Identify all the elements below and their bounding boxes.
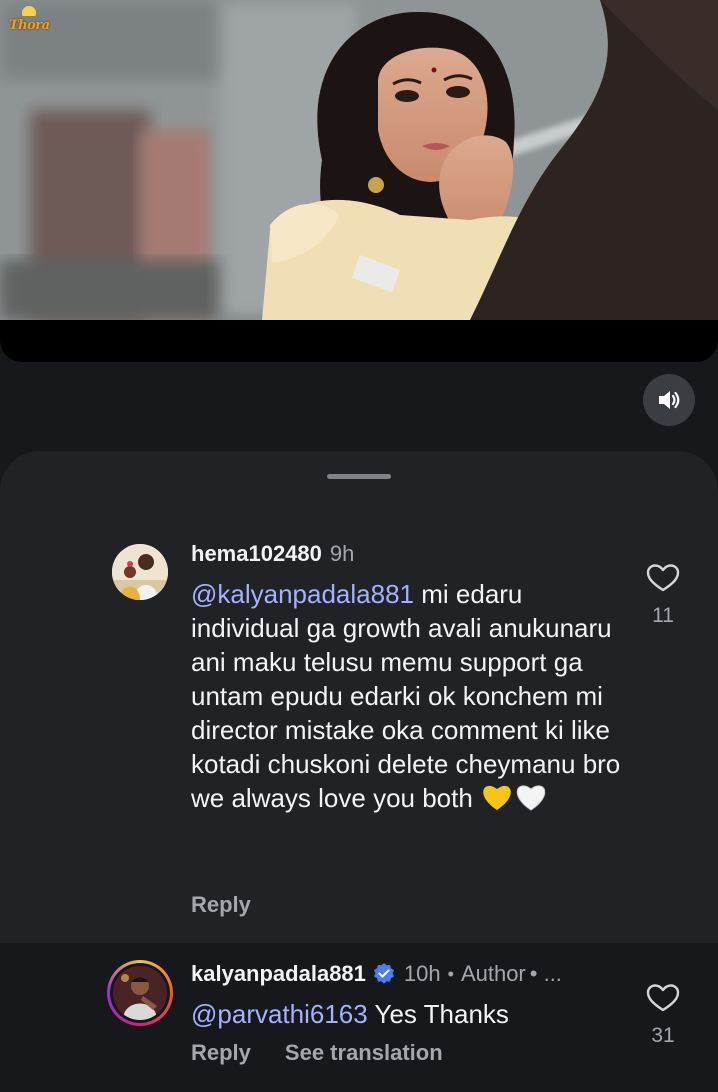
video-player[interactable]: Thora (0, 0, 718, 362)
video-still-image (0, 0, 718, 320)
comment-item: kalyanpadala881 10h • Author • ... @parv… (0, 943, 718, 1092)
like-button[interactable]: 11 (633, 563, 693, 628)
heart-outline-icon (646, 564, 680, 592)
like-button[interactable]: 31 (633, 983, 693, 1048)
mention-link[interactable]: @parvathi6163 (191, 999, 368, 1029)
video-frame: Thora (0, 0, 718, 320)
timestamp: 10h (403, 961, 441, 986)
comment-body: Yes Thanks (367, 999, 509, 1029)
mention-link[interactable]: @kalyanpadala881 (191, 579, 414, 609)
comment-body: mi edaru individual ga growth avali anuk… (191, 579, 621, 813)
comment-text: @parvathi6163 Yes Thanks (191, 997, 621, 1031)
more-options[interactable]: • ... (530, 961, 562, 987)
separator-dot: • (447, 963, 454, 984)
yellow-heart-icon (480, 783, 514, 819)
comment-text: @kalyanpadala881 mi edaru individual ga … (191, 577, 621, 819)
like-count: 31 (651, 1024, 675, 1047)
logo-hat-icon (22, 6, 36, 16)
see-translation-button[interactable]: See translation (285, 1040, 443, 1066)
comment-actions: Reply See translation (191, 1040, 443, 1066)
username[interactable]: hema102480 (191, 541, 322, 567)
comment-header: kalyanpadala881 10h • Author • ... (191, 961, 562, 987)
comment-item: hema102480 9h @kalyanpadala881 mi edaru … (0, 539, 718, 941)
verified-badge-icon (372, 962, 396, 986)
sheet-drag-handle[interactable] (327, 474, 391, 479)
timestamp: 9h (329, 541, 355, 566)
like-count: 11 (652, 604, 674, 627)
author-label: Author (460, 961, 526, 986)
channel-logo: Thora (6, 4, 52, 42)
avatar (113, 966, 167, 1020)
comment-actions: Reply (191, 892, 251, 918)
avatar-photo (112, 544, 168, 600)
reply-button[interactable]: Reply (191, 892, 251, 918)
reply-button[interactable]: Reply (191, 1040, 251, 1066)
comment-header: hema102480 9h (191, 541, 354, 567)
white-heart-icon (514, 783, 548, 819)
avatar-story-ring[interactable] (107, 960, 173, 1026)
mute-toggle-button[interactable] (643, 374, 695, 426)
heart-outline-icon (646, 984, 680, 1012)
username[interactable]: kalyanpadala881 (191, 961, 366, 987)
speaker-icon (659, 391, 680, 409)
avatar[interactable] (112, 544, 168, 600)
reels-screen: Thora hema102480 9h @kalyanpadala881 mi … (0, 0, 718, 1092)
